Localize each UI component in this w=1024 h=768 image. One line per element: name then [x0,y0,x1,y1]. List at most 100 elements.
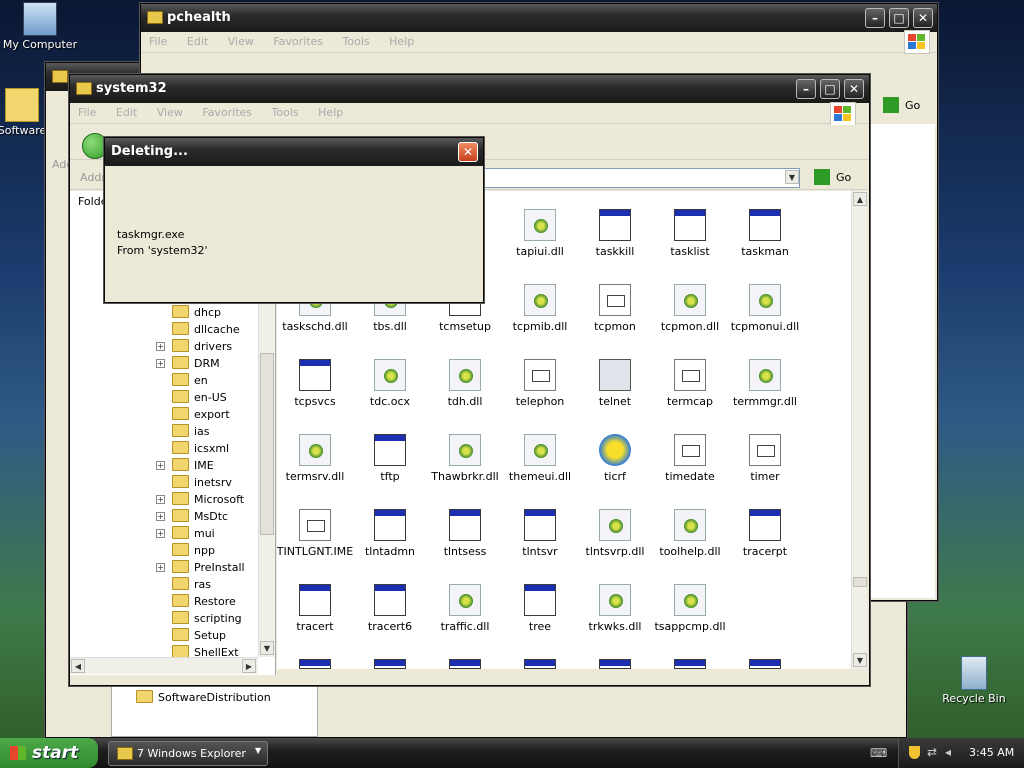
menu-view[interactable]: View [149,103,191,122]
file-item[interactable]: tlntsess [425,509,505,558]
file-item[interactable]: telnet [575,359,655,408]
minimize-button[interactable]: – [796,79,816,99]
dialog-titlebar[interactable]: Deleting... ✕ [105,138,483,166]
tree-scroll-thumb[interactable] [260,353,274,535]
menu-favorites[interactable]: Favorites [265,32,331,51]
tree-item[interactable]: npp [172,543,215,557]
scroll-down-button[interactable]: ▼ [853,653,867,667]
dialog-close-button[interactable]: ✕ [458,142,478,162]
tree-item[interactable]: Restore [172,594,236,608]
menu-file[interactable]: File [70,103,104,122]
start-button[interactable]: start [0,738,98,768]
keyboard-icon[interactable]: ⌨ [870,746,887,760]
close-button[interactable]: ✕ [844,79,864,99]
desktop-icon-recycle-bin[interactable]: Recycle Bin [934,656,1014,705]
menu-edit[interactable]: Edit [179,32,216,51]
tree-hscrollbar[interactable]: ◀ ▶ [70,657,258,674]
window-titlebar[interactable]: system32 – □ ✕ [70,75,869,103]
tree-item[interactable]: + IME [156,458,214,472]
file-list-scrollbar[interactable]: ▲ ▼ [851,191,867,669]
file-item[interactable]: tracert [277,584,355,633]
scroll-down-button[interactable]: ▼ [260,641,274,655]
tree-item[interactable]: ias [172,424,210,438]
file-item[interactable]: tcpmib.dll [500,284,580,333]
file-item[interactable]: tftp [350,434,430,483]
menu-help[interactable]: Help [381,32,422,51]
maximize-button[interactable]: □ [820,79,840,99]
file-item[interactable]: tcpmonui.dll [725,284,805,333]
file-item[interactable]: tcpmon [575,284,655,333]
file-item[interactable]: tasklist [650,209,730,258]
tree-item[interactable]: + mui [156,526,215,540]
scroll-right-button[interactable]: ▶ [242,659,256,673]
menu-view[interactable]: View [220,32,262,51]
window-titlebar[interactable]: pchealth – □ ✕ [141,4,937,32]
speaker-icon[interactable]: ◂ [945,745,951,759]
file-item[interactable]: tracerpt [725,509,805,558]
file-item[interactable]: traffic.dll [425,584,505,633]
file-item[interactable]: telephon [500,359,580,408]
tree-item[interactable]: scripting [172,611,242,625]
tree-item[interactable]: icsxml [172,441,229,455]
file-item[interactable]: tracert6 [350,584,430,633]
expand-icon[interactable]: + [156,563,165,572]
file-item[interactable]: Thawbrkr.dll [425,434,505,483]
shield-icon[interactable] [909,746,920,759]
expand-icon[interactable]: + [156,359,165,368]
menu-tools[interactable]: Tools [335,32,378,51]
file-item[interactable]: trkwks.dll [575,584,655,633]
file-item[interactable]: termsrv.dll [277,434,355,483]
menu-help[interactable]: Help [310,103,351,122]
file-item[interactable]: themeui.dll [500,434,580,483]
file-item[interactable]: timer [725,434,805,483]
tree-item[interactable]: + drivers [156,339,232,353]
file-item[interactable]: tcpsvcs [277,359,355,408]
network-icon[interactable]: ⇄ [927,745,937,759]
tree-item[interactable]: en [172,373,208,387]
file-item[interactable]: tdc.ocx [350,359,430,408]
deleting-dialog[interactable]: Deleting... ✕ taskmgr.exe From 'system32… [104,137,484,303]
file-item[interactable]: toolhelp.dll [650,509,730,558]
maximize-button[interactable]: □ [889,8,909,28]
file-item[interactable]: taskman [725,209,805,258]
file-item[interactable]: tapiui.dll [500,209,580,258]
file-item[interactable]: ticrf [575,434,655,483]
file-item[interactable]: tree [500,584,580,633]
tree-item[interactable]: + Microsoft [156,492,244,506]
scroll-left-button[interactable]: ◀ [71,659,85,673]
tree-item[interactable]: Setup [172,628,226,642]
file-item[interactable]: tlntsvrp.dll [575,509,655,558]
scroll-up-button[interactable]: ▲ [853,192,867,206]
tree-item-softwaredistribution[interactable]: SoftwareDistribution [136,690,271,704]
tree-item[interactable]: dhcp [172,305,221,319]
tree-item[interactable]: + PreInstall [156,560,245,574]
menu-favorites[interactable]: Favorites [194,103,260,122]
minimize-button[interactable]: – [865,8,885,28]
file-item[interactable]: tlntadmn [350,509,430,558]
clock[interactable]: 3:45 AM [969,746,1014,759]
file-item[interactable]: tlntsvr [500,509,580,558]
expand-icon[interactable]: + [156,342,165,351]
tree-item[interactable]: + MsDtc [156,509,228,523]
menu-edit[interactable]: Edit [108,103,145,122]
expand-icon[interactable]: + [156,529,165,538]
file-item[interactable]: timedate [650,434,730,483]
tree-item[interactable]: dllcache [172,322,240,336]
desktop-icon-my-computer[interactable]: My Computer [0,2,80,51]
file-item[interactable]: tsappcmp.dll [650,584,730,633]
address-input[interactable]: ▼ [482,168,800,188]
file-list-scroll-thumb[interactable] [853,577,867,587]
file-item[interactable]: termmgr.dll [725,359,805,408]
expand-icon[interactable]: + [156,512,165,521]
tree-item[interactable]: + DRM [156,356,220,370]
file-item[interactable]: tcpmon.dll [650,284,730,333]
taskbar-button-windows-explorer[interactable]: 7 Windows Explorer ▼ [108,741,268,766]
file-item[interactable]: termcap [650,359,730,408]
address-dropdown-button[interactable]: ▼ [785,170,799,184]
tree-item[interactable]: en-US [172,390,227,404]
tree-item[interactable]: inetsrv [172,475,232,489]
close-button[interactable]: ✕ [913,8,933,28]
file-item[interactable]: taskkill [575,209,655,258]
file-item[interactable]: tdh.dll [425,359,505,408]
menu-tools[interactable]: Tools [264,103,307,122]
